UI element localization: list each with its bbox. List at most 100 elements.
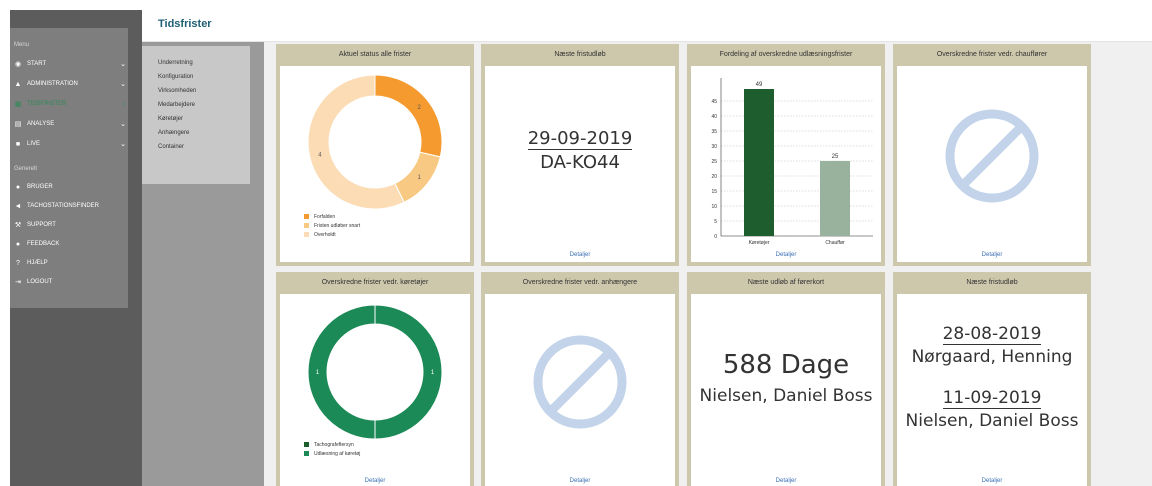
sidebar-item-label: LOGOUT xyxy=(27,279,53,285)
bank-icon: ▲ xyxy=(14,80,22,88)
details-link[interactable]: Detaljer xyxy=(691,252,881,258)
legend-swatch xyxy=(304,442,309,447)
x-tick-label: Chauffør xyxy=(825,240,845,246)
details-link[interactable]: Detaljer xyxy=(897,252,1087,258)
details-link[interactable]: Detaljer xyxy=(691,478,881,484)
sidebar-item-support[interactable]: ⚒ SUPPORT xyxy=(14,218,126,232)
vehicles-legend: Tachografeftersyn Udlæsning af køretøj xyxy=(304,440,360,458)
x-tick-label: Køretøjer xyxy=(749,240,770,246)
legend-item: Forfalden xyxy=(304,212,360,221)
card-body: 588 Dage Nielsen, Daniel Boss Detaljer xyxy=(691,294,881,486)
details-link[interactable]: Detaljer xyxy=(897,478,1087,484)
details-link[interactable]: Detaljer xyxy=(485,478,675,484)
sidebar-item-label: HJÆLP xyxy=(27,260,48,266)
vehicles-donut-chart: 11 xyxy=(307,304,443,440)
legend-label: Udlæsning af køretøj xyxy=(314,450,361,457)
subnav-item-container[interactable]: Container xyxy=(142,140,250,154)
sidebar-item-label: LIVE xyxy=(27,141,41,147)
card-next-deadline: Næste fristudløb 29-09-2019 DA-KO44 Deta… xyxy=(481,44,679,266)
sidebar-item-label: ANALYSE xyxy=(27,121,55,127)
sidebar-item-hjaelp[interactable]: ? HJÆLP xyxy=(14,256,126,270)
user-icon: ● xyxy=(15,183,21,191)
legend-item: Tachografeftersyn xyxy=(304,440,360,449)
legend-label: Overholdt xyxy=(314,231,336,238)
card-vehicles: Overskredne frister vedr. køretøjer 11 T… xyxy=(276,272,474,486)
subnav-item-underretning[interactable]: Underretning xyxy=(142,56,250,70)
y-tick-label: 10 xyxy=(711,204,717,210)
y-tick-label: 40 xyxy=(711,114,717,120)
chevron-down-icon: ⌄ xyxy=(120,141,126,148)
y-tick-label: 5 xyxy=(714,219,717,225)
bar-data-label: 25 xyxy=(832,154,839,160)
sidebar: Menu ◉ START ⌄ ▲ ADMINISTRATION ⌄ ▦ TIDS… xyxy=(10,10,142,486)
sidebar-item-feedback[interactable]: ● FEEDBACK xyxy=(14,237,126,251)
sidebar-item-label: TACHOSTATIONSFINDER xyxy=(27,203,99,209)
sidebar-item-analyse[interactable]: ▤ ANALYSE ⌄ xyxy=(14,117,126,131)
sidebar-item-label: SUPPORT xyxy=(27,222,56,228)
card-title: Næste udløb af førerkort xyxy=(747,279,825,286)
location-arrow-icon: ◄ xyxy=(14,202,22,210)
sidebar-item-tidsfrister[interactable]: ▦ TIDSFRISTER › xyxy=(14,97,126,111)
subnav-item-konfiguration[interactable]: Konfiguration xyxy=(142,70,250,84)
legend-item: Fristen udløber snart xyxy=(304,221,360,230)
sidebar-item-tachostationsfinder[interactable]: ◄ TACHOSTATIONSFINDER xyxy=(14,199,126,213)
question-icon: ? xyxy=(16,259,20,267)
legend-item: Overholdt xyxy=(304,230,360,239)
sidebar-item-administration[interactable]: ▲ ADMINISTRATION ⌄ xyxy=(14,77,126,91)
subnav-item-virksomheden[interactable]: Virksomheden xyxy=(142,84,250,98)
details-link[interactable]: Detaljer xyxy=(280,478,470,484)
calendar-icon: ▦ xyxy=(14,101,22,108)
legend-swatch xyxy=(304,223,309,228)
comment-icon: ● xyxy=(15,240,21,248)
top-bar: Tidsfrister xyxy=(142,10,1152,42)
subnav-item-medarbejdere[interactable]: Medarbejdere xyxy=(142,98,250,112)
sidebar-item-start[interactable]: ◉ START ⌄ xyxy=(14,57,126,71)
sidebar-item-live[interactable]: ■ LIVE ⌄ xyxy=(14,137,126,151)
status-donut-chart: 214 xyxy=(307,74,443,210)
legend-item: Udlæsning af køretøj xyxy=(304,449,360,458)
sidebar-item-label: ADMINISTRATION xyxy=(27,81,78,87)
deadline-date-1: 28-08-2019 xyxy=(942,324,1042,345)
wrench-icon: ⚒ xyxy=(14,222,22,229)
license-name: Nielsen, Daniel Boss xyxy=(699,386,873,406)
legend-swatch xyxy=(304,214,309,219)
card-status-all: Aktuel status alle frister 214 Forfalden… xyxy=(276,44,474,266)
no-entry-icon xyxy=(945,109,1039,203)
y-tick-label: 30 xyxy=(711,144,717,150)
y-tick-label: 20 xyxy=(711,174,717,180)
bar-data-label: 49 xyxy=(756,82,763,88)
details-link[interactable]: Detaljer xyxy=(485,252,675,258)
card-body: 214 Forfalden Fristen udløber snart Over… xyxy=(280,66,470,262)
subnav-item-koeretoejer[interactable]: Køretøjer xyxy=(142,112,250,126)
card-drivers: Overskredne frister vedr. chauffører Det… xyxy=(893,44,1091,266)
chevron-down-icon: ⌄ xyxy=(120,121,126,128)
card-body: 28-08-2019 Nørgaard, Henning 11-09-2019 … xyxy=(897,294,1087,486)
y-tick-label: 45 xyxy=(711,99,717,105)
card-title: Overskredne frister vedr. køretøjer xyxy=(321,279,429,286)
y-tick-label: 35 xyxy=(711,129,717,135)
sidebar-item-bruger[interactable]: ● BRUGER xyxy=(14,180,126,194)
deadline-name-2: Nielsen, Daniel Boss xyxy=(905,411,1079,431)
card-body: 0 5 10 15 20 25 30 35 40 45 49 Køretøjer 25 Chauffør … xyxy=(691,66,881,262)
subnav-item-anhaengere[interactable]: Anhængere xyxy=(142,126,250,140)
truck-icon: ■ xyxy=(15,140,21,148)
app-frame: Menu ◉ START ⌄ ▲ ADMINISTRATION ⌄ ▦ TIDS… xyxy=(10,10,1152,486)
legend-swatch xyxy=(304,232,309,237)
card-title: Overskredne frister vedr. chauffører xyxy=(936,51,1048,58)
sidebar-item-logout[interactable]: ⇥ LOGOUT xyxy=(14,275,126,289)
page-title: Tidsfrister xyxy=(158,18,212,30)
card-license: Næste udløb af førerkort 588 Dage Nielse… xyxy=(687,272,885,486)
chart-icon: ▤ xyxy=(14,121,22,128)
card-title: Aktuel status alle frister xyxy=(338,51,412,58)
sidebar-item-label: START xyxy=(27,61,47,67)
card-body: 29-09-2019 DA-KO44 Detaljer xyxy=(485,66,675,262)
legend-label: Fristen udløber snart xyxy=(314,222,361,229)
chevron-down-icon: ⌄ xyxy=(120,61,126,68)
card-title: Fordeling af overskredne udlæsningsfrist… xyxy=(719,51,853,58)
bar[interactable] xyxy=(744,89,774,236)
donut-slice[interactable] xyxy=(374,74,443,158)
card-body: 11 Tachografeftersyn Udlæsning af køretø… xyxy=(280,294,470,486)
sidebar-item-label: TIDSFRISTER xyxy=(27,101,67,107)
bar[interactable] xyxy=(820,161,850,236)
card-body: Detaljer xyxy=(485,294,675,486)
